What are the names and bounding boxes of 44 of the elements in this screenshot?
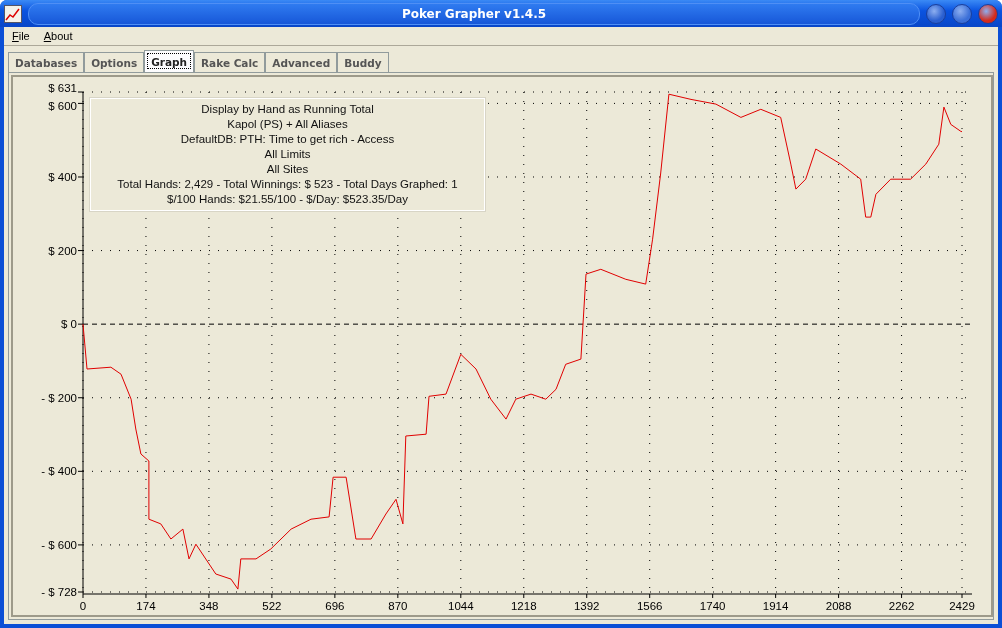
axis-tick-label: 2088 — [825, 600, 852, 612]
axis-tick-label: 1044 — [448, 600, 474, 612]
chart-icon — [4, 4, 22, 23]
axis-tick-label: 1218 — [510, 600, 537, 612]
info-text: Total Hands: 2,429 - Total Winnings: $ 523 - Total Days Graphed: 1 — [117, 177, 458, 192]
menu-item[interactable]: File — [12, 30, 30, 42]
axis-tick-label: 2429 — [949, 600, 975, 612]
axis-tick-label: - $ 600 — [41, 538, 77, 551]
tab[interactable]: Advanced — [265, 52, 338, 72]
axis-tick-label: 1392 — [573, 600, 600, 612]
axis-tick-label: $ 600 — [48, 100, 77, 113]
tab[interactable]: Graph — [144, 50, 194, 72]
info-text: Kapol (PS) + All Aliases — [227, 117, 348, 132]
tab[interactable]: Options — [84, 52, 145, 72]
axis-tick-label: - $ 200 — [41, 391, 77, 404]
info-text: $/100 Hands: $21.55/100 - $/Day: $523.35/Day — [167, 192, 408, 207]
minimize-button[interactable] — [926, 3, 946, 24]
info-text: All Sites — [266, 162, 309, 177]
axis-tick-label: 1914 — [762, 600, 789, 612]
axis-tick-label: 1566 — [636, 600, 663, 612]
axis-tick-label: - $ 400 — [41, 465, 77, 478]
axis-tick-label: 174 — [136, 600, 156, 612]
close-button[interactable] — [978, 3, 998, 24]
maximize-button[interactable] — [952, 3, 972, 24]
tab[interactable]: Rake Calc — [194, 52, 266, 72]
axis-tick-label: 1740 — [699, 600, 726, 612]
axis-tick-label: $ 631 — [48, 82, 77, 94]
axis-tick-label: $ 200 — [48, 244, 77, 257]
info-text: Display by Hand as Running Total — [201, 102, 374, 117]
axis-tick-label: 348 — [199, 600, 219, 612]
tab[interactable]: Databases — [8, 52, 85, 72]
window-title: Poker Grapher v1.4.5 — [401, 6, 547, 21]
tab[interactable]: Buddy — [337, 52, 389, 72]
axis-tick-label: 696 — [325, 600, 345, 612]
axis-tick-label: $ 0 — [61, 318, 77, 331]
info-text: DefaultDB: PTH: Time to get rich - Access — [180, 132, 395, 147]
axis-tick-label: 522 — [262, 600, 282, 612]
axis-tick-label: - $ 728 — [41, 586, 77, 598]
axis-tick-label: $ 400 — [48, 171, 77, 183]
info-text: All Limits — [264, 147, 311, 162]
axis-tick-label: 2262 — [888, 600, 915, 612]
axis-tick-label: 0 — [79, 600, 87, 612]
menu-item[interactable]: About — [43, 30, 73, 42]
axis-tick-label: 870 — [388, 600, 408, 612]
